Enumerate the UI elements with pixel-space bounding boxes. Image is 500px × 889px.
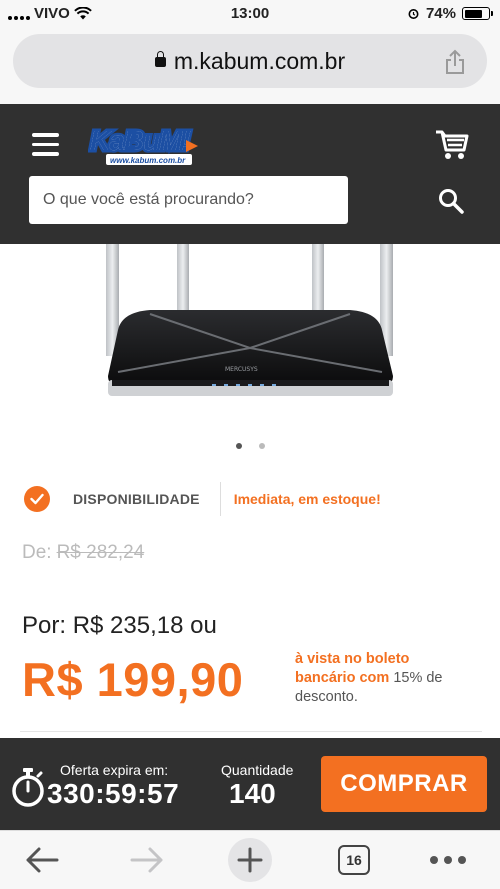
offer-timer: 330:59:57	[47, 778, 180, 809]
share-icon[interactable]	[443, 49, 467, 75]
stopwatch-icon	[12, 768, 44, 807]
divider	[219, 482, 221, 516]
check-icon	[24, 486, 50, 512]
back-button[interactable]	[22, 831, 62, 889]
alarm-icon	[408, 9, 419, 19]
offer-expires-label: Oferta expira em:	[60, 762, 169, 778]
more-icon	[430, 856, 466, 864]
forward-button[interactable]	[127, 831, 167, 889]
status-bar: VIVO 13:00 74%	[0, 0, 500, 28]
battery-percent: 74%	[425, 5, 456, 22]
por-label: Por:	[22, 612, 67, 639]
plus-icon	[228, 838, 272, 882]
availability-value: Imediata, em estoque!	[233, 491, 381, 507]
more-button[interactable]	[428, 831, 468, 889]
address-bar[interactable]: m.kabum.com.br	[13, 34, 487, 88]
router-image: MERCUSYS	[106, 244, 393, 396]
status-right: 74%	[407, 5, 493, 22]
gallery-pagination	[0, 443, 500, 449]
quantity-label: Quantidade	[221, 762, 294, 778]
regular-price: Por: R$ 235,18 ou	[22, 612, 217, 640]
old-price-label: De:	[22, 542, 52, 563]
new-tab-button[interactable]	[227, 831, 273, 889]
browser-toolbar: 16	[0, 830, 500, 889]
old-price-value: R$ 282,24	[56, 542, 145, 563]
availability-row: DISPONIBILIDADE Imediata, em estoque!	[24, 481, 484, 517]
gallery-dot-2[interactable]	[258, 443, 265, 449]
product-image[interactable]: MERCUSYS	[0, 244, 500, 434]
availability-label: DISPONIBILIDADE	[73, 491, 200, 507]
lock-icon	[154, 51, 166, 67]
tabs-button[interactable]: 16	[336, 831, 372, 889]
quantity-value: 140	[229, 778, 276, 809]
por-suffix: ou	[190, 612, 217, 639]
forward-arrow-icon	[130, 847, 163, 873]
cash-price: R$ 199,90	[22, 653, 244, 706]
search-input[interactable]	[29, 176, 348, 224]
svg-text:MERCUSYS: MERCUSYS	[225, 366, 258, 373]
gallery-dot-1[interactable]	[235, 443, 242, 449]
offer-bar: Oferta expira em: 330:59:57 Quantidade 1…	[0, 738, 500, 830]
buy-button[interactable]: COMPRAR	[321, 756, 487, 812]
battery-icon	[462, 7, 493, 20]
tab-count: 16	[338, 845, 370, 875]
url-text: m.kabum.com.br	[173, 48, 346, 74]
search-icon[interactable]	[438, 188, 464, 214]
kabum-logo[interactable]: KaBuM! KaBuM! www.kabum.com.br	[88, 122, 206, 170]
old-price: De: R$ 282,24	[22, 542, 144, 564]
svg-text:www.kabum.com.br: www.kabum.com.br	[110, 156, 186, 165]
back-arrow-icon	[26, 847, 59, 873]
url-display[interactable]: m.kabum.com.br	[13, 48, 487, 75]
browser-chrome: m.kabum.com.br	[0, 28, 500, 104]
por-price: R$ 235,18	[72, 612, 184, 639]
boleto-note: à vista no boleto bancário com 15% de de…	[295, 650, 465, 707]
site-header: KaBuM! KaBuM! www.kabum.com.br	[0, 104, 500, 244]
svg-text:KaBuM!: KaBuM!	[90, 125, 190, 156]
menu-icon[interactable]	[32, 133, 59, 157]
cart-icon[interactable]	[434, 128, 470, 162]
divider	[20, 731, 482, 732]
